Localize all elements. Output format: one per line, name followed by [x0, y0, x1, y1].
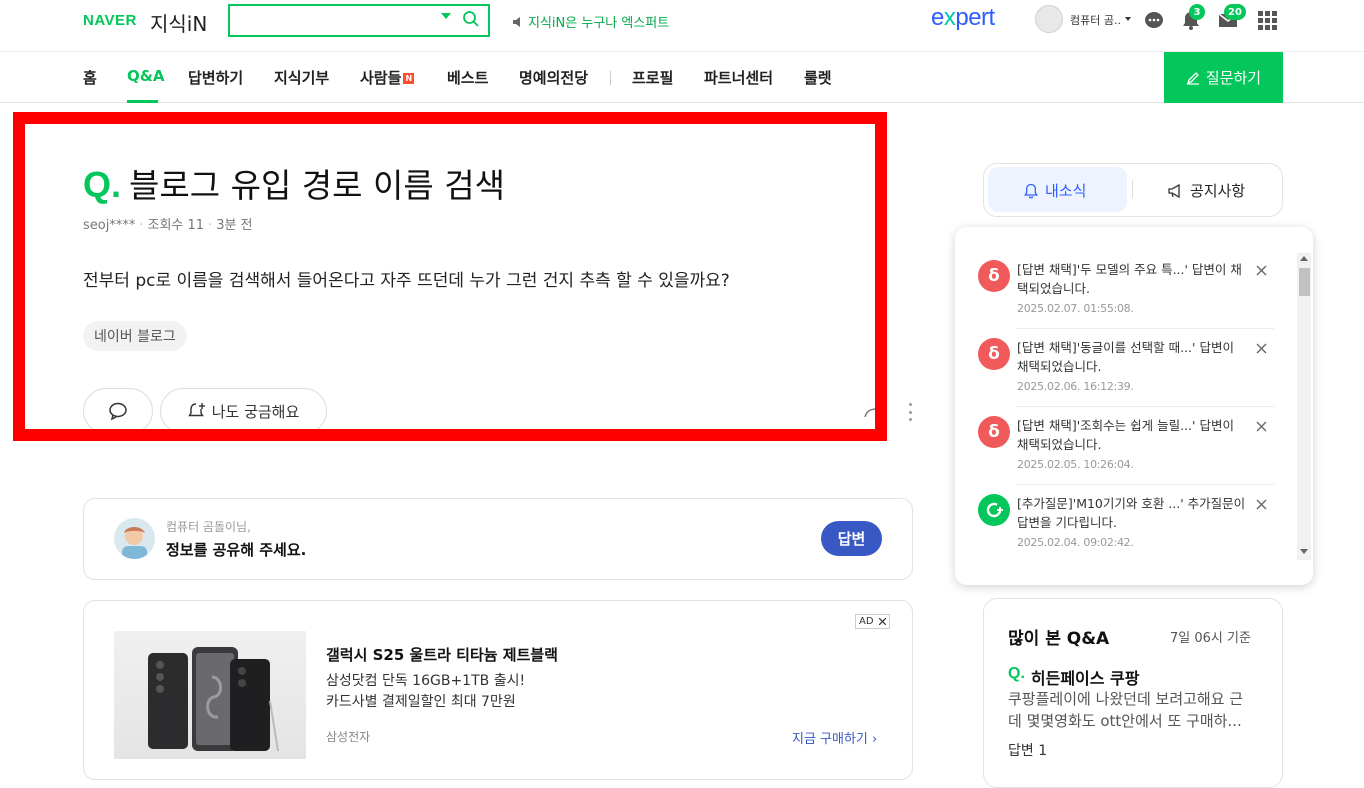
ad-buy-link[interactable]: 지금 구매하기 › — [792, 728, 877, 747]
notification-divider — [1017, 406, 1274, 407]
top-header: NAVER 지식iN 지식iN은 누구나 엑스퍼트 expert 컴퓨터 곰..… — [0, 0, 1364, 52]
new-badge: N — [403, 73, 415, 84]
ad-product-image[interactable] — [114, 631, 306, 759]
tab-notices-label: 공지사항 — [1190, 182, 1246, 200]
ad-description-line-2: 카드사별 결제일할인 최대 7만원 — [326, 694, 516, 710]
expert-notice-link[interactable]: 지식iN은 누구나 엑스퍼트 — [512, 12, 669, 31]
naver-logo[interactable]: NAVER — [83, 12, 137, 29]
notification-divider — [1017, 484, 1274, 485]
notice-text: 지식iN은 누구나 엑스퍼트 — [528, 16, 670, 31]
search-dropdown-icon[interactable] — [441, 13, 451, 19]
nav-active-indicator — [127, 100, 158, 103]
close-icon[interactable] — [1256, 265, 1267, 276]
notification-text[interactable]: [답변 채택]'조회수는 쉽게 늘릴...' 답변이 채택되었습니다. — [1017, 416, 1249, 454]
mail-count-badge: 20 — [1224, 4, 1246, 20]
popular-question-title[interactable]: Q. 히든페이스 쿠팡 — [1008, 665, 1140, 689]
tab-notices[interactable]: 공지사항 — [1167, 180, 1245, 201]
answerer-name: 컴퓨터 곰돌이님, — [166, 520, 251, 534]
notifications-scrollbar[interactable] — [1297, 253, 1311, 560]
nav-item-answer[interactable]: 답변하기 — [188, 67, 243, 88]
close-icon[interactable] — [878, 618, 886, 625]
nav-item-people[interactable]: 사람들 N — [360, 67, 415, 88]
adopt-icon: δ — [978, 260, 1010, 292]
ask-question-label: 질문하기 — [1205, 69, 1262, 87]
popular-question-desc[interactable]: 쿠팡플레이에 나왔던데 보려고해요 근 데 몇몇영화도 ott안에서 또 구매하… — [1008, 688, 1270, 732]
close-icon[interactable] — [1256, 421, 1267, 432]
user-avatar[interactable] — [1035, 5, 1063, 33]
answerer-avatar — [114, 518, 155, 559]
close-icon[interactable] — [1256, 343, 1267, 354]
notification-divider — [1017, 328, 1274, 329]
q-mark: Q. — [1008, 665, 1025, 682]
popular-qna-time: 7일 06시 기준 — [1170, 631, 1251, 646]
expert-logo[interactable]: expert — [931, 4, 995, 32]
add-question-icon — [978, 494, 1010, 526]
scrollbar-thumb[interactable] — [1299, 268, 1310, 296]
answer-prompt-message: 정보를 공유해 주세요. — [166, 541, 307, 559]
tab-my-news-label: 내소식 — [1045, 182, 1087, 200]
main-nav: 홈 Q&A 답변하기 지식기부 사람들 N 베스트 명예의전당 프로필 파트너센터… — [0, 52, 1364, 103]
nav-item-qna[interactable]: Q&A — [127, 67, 164, 85]
notification-date: 2025.02.06. 16:12:39. — [1017, 380, 1134, 393]
popular-question-text: 히든페이스 쿠팡 — [1030, 669, 1140, 688]
more-options-icon[interactable] — [905, 403, 915, 421]
user-name[interactable]: 컴퓨터 곰.. — [1070, 12, 1121, 28]
highlight-frame — [13, 112, 887, 441]
adopt-icon: δ — [978, 416, 1010, 448]
scroll-down-arrow-icon[interactable] — [1300, 549, 1308, 554]
notification-date: 2025.02.05. 10:26:04. — [1017, 458, 1134, 471]
notification-date: 2025.02.04. 09:02:42. — [1017, 536, 1134, 549]
ad-buy-label: 지금 구매하기 — [792, 732, 868, 747]
answer-button[interactable]: 답변 — [821, 521, 882, 556]
notification-text[interactable]: [추가질문]'M10기기와 호환 ...' 추가질문이 답변을 기다립니다. — [1017, 494, 1249, 532]
chevron-right-icon: › — [872, 732, 878, 747]
nav-item-best[interactable]: 베스트 — [447, 67, 488, 88]
speaker-icon — [513, 16, 520, 27]
tab-my-news[interactable]: 내소식 — [1023, 180, 1086, 201]
chevron-down-icon[interactable] — [1125, 17, 1131, 21]
expert-logo-x: x — [943, 4, 956, 31]
megaphone-icon — [1168, 183, 1180, 198]
nav-item-donation[interactable]: 지식기부 — [274, 67, 329, 88]
nav-item-hall-of-fame[interactable]: 명예의전당 — [519, 67, 588, 88]
nav-item-home[interactable]: 홈 — [83, 67, 97, 88]
popular-question-desc-line-1: 쿠팡플레이에 나왔던데 보려고해요 근 — [1008, 690, 1244, 708]
search-input[interactable] — [228, 4, 490, 37]
scroll-up-arrow-icon[interactable] — [1300, 256, 1308, 261]
ad-description-line-1: 삼성닷컴 단독 16GB+1TB 출시! — [326, 673, 526, 689]
adopt-icon: δ — [978, 338, 1010, 370]
tab-separator — [1132, 180, 1133, 198]
notification-count-badge: 3 — [1189, 4, 1205, 20]
notification-date: 2025.02.07. 01:55:08. — [1017, 302, 1134, 315]
notification-text[interactable]: [답변 채택]'두 모델의 주요 특...' 답변이 채택되었습니다. — [1017, 260, 1249, 298]
search-icon[interactable] — [462, 10, 480, 28]
nav-item-profile[interactable]: 프로필 — [632, 67, 673, 88]
kin-logo[interactable]: 지식iN — [150, 8, 207, 37]
expert-logo-rest: pert — [955, 4, 995, 31]
ad-title[interactable]: 갤럭시 S25 울트라 티타늄 제트블랙 — [326, 644, 558, 665]
popular-qna-title: 많이 본 Q&A — [1008, 629, 1110, 649]
ask-question-button[interactable]: 질문하기 — [1164, 52, 1283, 103]
ad-label: AD — [859, 616, 874, 627]
chat-icon[interactable] — [1143, 9, 1165, 31]
ad-brand: 삼성전자 — [326, 730, 371, 744]
ad-badge[interactable]: AD — [855, 614, 890, 629]
expert-logo-e: e — [931, 4, 944, 31]
close-icon[interactable] — [1256, 499, 1267, 510]
bell-outline-icon — [1024, 183, 1038, 198]
nav-item-roulette[interactable]: 룰렛 — [804, 67, 832, 88]
pencil-icon — [1186, 71, 1199, 85]
notification-text[interactable]: [답변 채택]'동글이를 선택할 때...' 답변이 채택되었습니다. — [1017, 338, 1249, 376]
popular-answer-count: 답변 1 — [1008, 743, 1048, 759]
grid-icon[interactable] — [1256, 9, 1278, 31]
nav-item-partner-center[interactable]: 파트너센터 — [704, 67, 773, 88]
nav-divider — [610, 71, 611, 85]
popular-question-desc-line-2: 데 몇몇영화도 ott안에서 또 구매하... — [1008, 712, 1242, 730]
nav-item-people-label: 사람들 — [360, 69, 402, 87]
